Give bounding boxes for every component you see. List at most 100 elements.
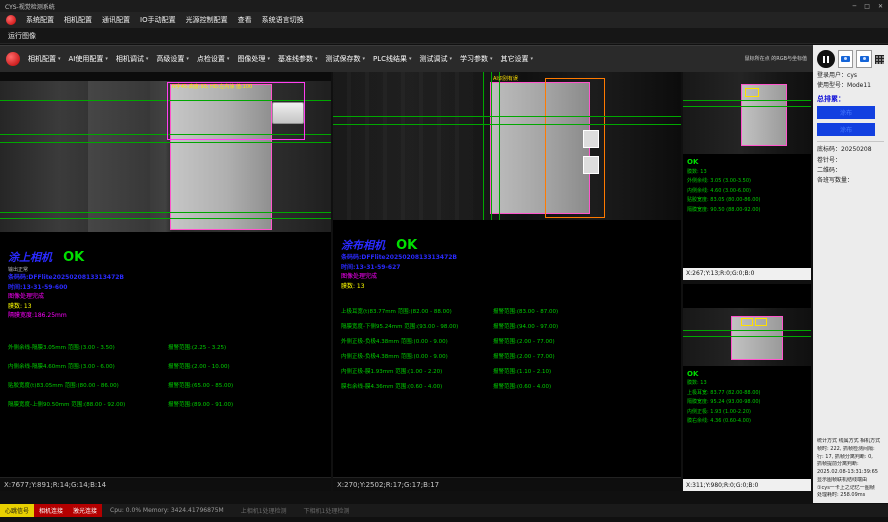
toolbar-plc-result[interactable]: PLC线结果▾: [373, 54, 412, 64]
process-status-text: 图像处理完成: [341, 272, 673, 282]
chevron-down-icon: ▾: [58, 56, 61, 62]
camera-image-lower[interactable]: AI识别有误: [333, 72, 681, 220]
preview-panel-top[interactable]: OK 膜数: 13 外侧余线: 3.05 (3.00-3.50) 内侧余线: 4…: [683, 72, 811, 280]
minimize-icon[interactable]: ─: [853, 3, 857, 10]
table-row: 内侧正极-负极4.38mm 范围:(0.00 - 9.00)报警范围:(2.00…: [341, 352, 673, 360]
roi-rectangle: [745, 88, 759, 97]
status-badge: OK: [63, 250, 84, 265]
measurement-rows: 外侧余线-隔膜3.05mm 范围:(3.00 - 3.50)报警范围:(2.25…: [8, 343, 323, 408]
coordinate-bar-preview-bottom: X:311;Y:980;R:0;G:0;B:0: [683, 479, 811, 491]
pause-button[interactable]: [817, 50, 835, 68]
toolbar-spot-check[interactable]: 点检设置▾: [197, 54, 230, 64]
divider: [817, 141, 884, 142]
toolbar-baseline-params[interactable]: 基准线参数▾: [278, 54, 318, 64]
run-tab-row: 运行图像: [0, 28, 888, 44]
menu-io-manual-config[interactable]: IO手动配置: [140, 15, 176, 25]
highlight-spot: [583, 130, 599, 148]
toolbar-test-save[interactable]: 测试保存数▾: [325, 54, 365, 64]
toolbar-other-settings[interactable]: 其它设置▾: [501, 54, 534, 64]
pause-icon: [823, 56, 825, 63]
camera-connect-status: 相机连接: [34, 504, 68, 517]
measure-line: [483, 72, 484, 220]
menu-system-config[interactable]: 系统配置: [26, 15, 54, 25]
table-row: 内侧余线-隔膜4.60mm 范围:(3.00 - 6.00)报警范围:(2.00…: [8, 362, 323, 370]
close-icon[interactable]: ✕: [878, 3, 883, 10]
highlight-spot: [583, 156, 599, 174]
toolbar: 相机配置▾ AI使用配置▾ 相机调试▾ 高级设置▾ 点检设置▾ 图像处理▾ 基准…: [0, 45, 813, 72]
title-bar: CYS-视觉检测系统 ─ □ ✕: [0, 0, 888, 12]
qr-code-label: 二维码：: [817, 166, 884, 176]
process-status-text: 图像处理完成: [8, 292, 323, 302]
preview-line: 膜数: 13: [687, 168, 807, 178]
roi-rectangle: [741, 318, 753, 326]
film-count-text: 膜数: 13: [341, 282, 673, 292]
toolbar-ai-config[interactable]: AI使用配置▾: [69, 54, 108, 64]
toolbar-advanced-settings[interactable]: 高级设置▾: [156, 54, 189, 64]
shift-count-label: 各班写数量：: [817, 176, 884, 186]
menu-comm-config[interactable]: 通讯配置: [102, 15, 130, 25]
chevron-down-icon: ▾: [450, 56, 453, 62]
table-row: 隔膜宽度-下侧95.24mm 范围:(93.00 - 98.00)报警范围:(9…: [341, 322, 673, 330]
stats-line: 显示图帧联机结线端由: [817, 477, 884, 485]
count-box-2[interactable]: 涂布: [817, 123, 875, 136]
measure-line: [683, 330, 811, 331]
toolbar-learning-params[interactable]: 学习参数▾: [460, 54, 493, 64]
toolbar-camera-config[interactable]: 相机配置▾: [28, 54, 61, 64]
status-badge: OK: [396, 238, 417, 253]
app-window: CYS-视觉检测系统 ─ □ ✕ 系统配置 相机配置 通讯配置 IO手动配置 光…: [0, 0, 888, 522]
machine-slots: [333, 72, 473, 220]
toolbar-test-debug[interactable]: 测试调试▾: [420, 54, 453, 64]
menu-view[interactable]: 查看: [238, 15, 252, 25]
menu-camera-config[interactable]: 相机配置: [64, 15, 92, 25]
measure-line: [333, 116, 681, 117]
preview-line: 隔膜宽度: 95.24 (93.00-98.00): [687, 398, 807, 408]
pause-icon: [827, 56, 829, 63]
preview-line: 贴胶宽度: 83.05 (80.00-86.00): [687, 196, 807, 206]
camera-save-button[interactable]: [856, 50, 872, 68]
table-row: 外侧正极-负极4.38mm 范围:(0.00 - 9.00)报警范围:(2.00…: [341, 337, 673, 345]
preview-results-bottom: OK 膜数: 13 上极耳宽: 83.77 (82.00-88.00) 隔膜宽度…: [683, 366, 811, 480]
measure-line: [683, 336, 811, 337]
count-box-1[interactable]: 涂布: [817, 106, 875, 119]
preview-line: 膜右余线: 4.36 (0.60-4.00): [687, 417, 807, 427]
camera-image-upper[interactable]: N字45:高度:93; HD:左内涂 值:100: [0, 72, 331, 232]
preview-spacer: [683, 284, 811, 308]
grid-layout-button[interactable]: [875, 55, 884, 64]
stats-line: 2025.02.08-13:31:39:65: [817, 469, 884, 477]
table-row: 内侧正极-膜1.93mm 范围:(1.00 - 2.20)报警范围:(1.10 …: [341, 367, 673, 375]
overlay-label: N字45:高度:93; HD:左内涂 值:100: [172, 83, 252, 90]
model-value: Mode11: [847, 82, 871, 89]
stats-line: 帧时: 222, 抓帧检测间隔:: [817, 446, 884, 454]
measure-line: [0, 142, 331, 143]
laser-connect-status: 激光连接: [68, 504, 102, 517]
login-user-row: 登录用户：cys: [817, 71, 884, 81]
preview-results-top: OK 膜数: 13 外侧余线: 3.05 (3.00-3.50) 内侧余线: 4…: [683, 154, 811, 268]
menu-language-switch[interactable]: 系统语言切换: [262, 15, 304, 25]
camera-snapshot-button[interactable]: [838, 50, 854, 68]
camera-icon: [841, 56, 850, 62]
window-title: CYS-视觉检测系统: [5, 2, 55, 11]
measure-line: [683, 106, 811, 107]
result-subtitle: 输出正常: [8, 266, 323, 273]
preview-line: 膜数: 13: [687, 379, 807, 389]
toolbar-image-processing[interactable]: 图像处理▾: [237, 54, 270, 64]
toolbar-camera-debug[interactable]: 相机调试▾: [116, 54, 149, 64]
window-controls: ─ □ ✕: [853, 3, 883, 10]
chevron-down-icon: ▾: [105, 56, 108, 62]
camera-panel-lower: AI识别有误 涂布相机 OK 条码码:DFFlite20250208133134…: [333, 72, 681, 491]
menu-light-control-config[interactable]: 光源控制配置: [186, 15, 228, 25]
preview-line: 上极耳宽: 83.77 (82.00-88.00): [687, 389, 807, 399]
preview-panel-bottom[interactable]: OK 膜数: 13 上极耳宽: 83.77 (82.00-88.00) 隔膜宽度…: [683, 284, 811, 492]
tab-run-image[interactable]: 运行图像: [8, 31, 36, 41]
preview-line: 内侧余线: 4.60 (3.00-6.00): [687, 187, 807, 197]
coordinate-bar-lower: X:270;Y:2502;R:17;G:17;B:17: [333, 477, 681, 491]
table-row: 膜右余线-膜4.36mm 范围:(0.60 - 4.00)报警范围:(0.60 …: [341, 382, 673, 390]
status-badge: OK: [687, 370, 807, 380]
upper-camera-process-text: 上相机1处理检测: [229, 504, 292, 517]
maximize-icon[interactable]: □: [864, 3, 870, 10]
roi-rectangle: [167, 82, 305, 140]
preview-column: OK 膜数: 13 外侧余线: 3.05 (3.00-3.50) 内侧余线: 4…: [683, 72, 811, 491]
app-logo-icon: [6, 15, 16, 25]
menu-bar: 系统配置 相机配置 通讯配置 IO手动配置 光源控制配置 查看 系统语言切换: [0, 12, 888, 28]
base-code-value: 20250208: [841, 146, 872, 153]
